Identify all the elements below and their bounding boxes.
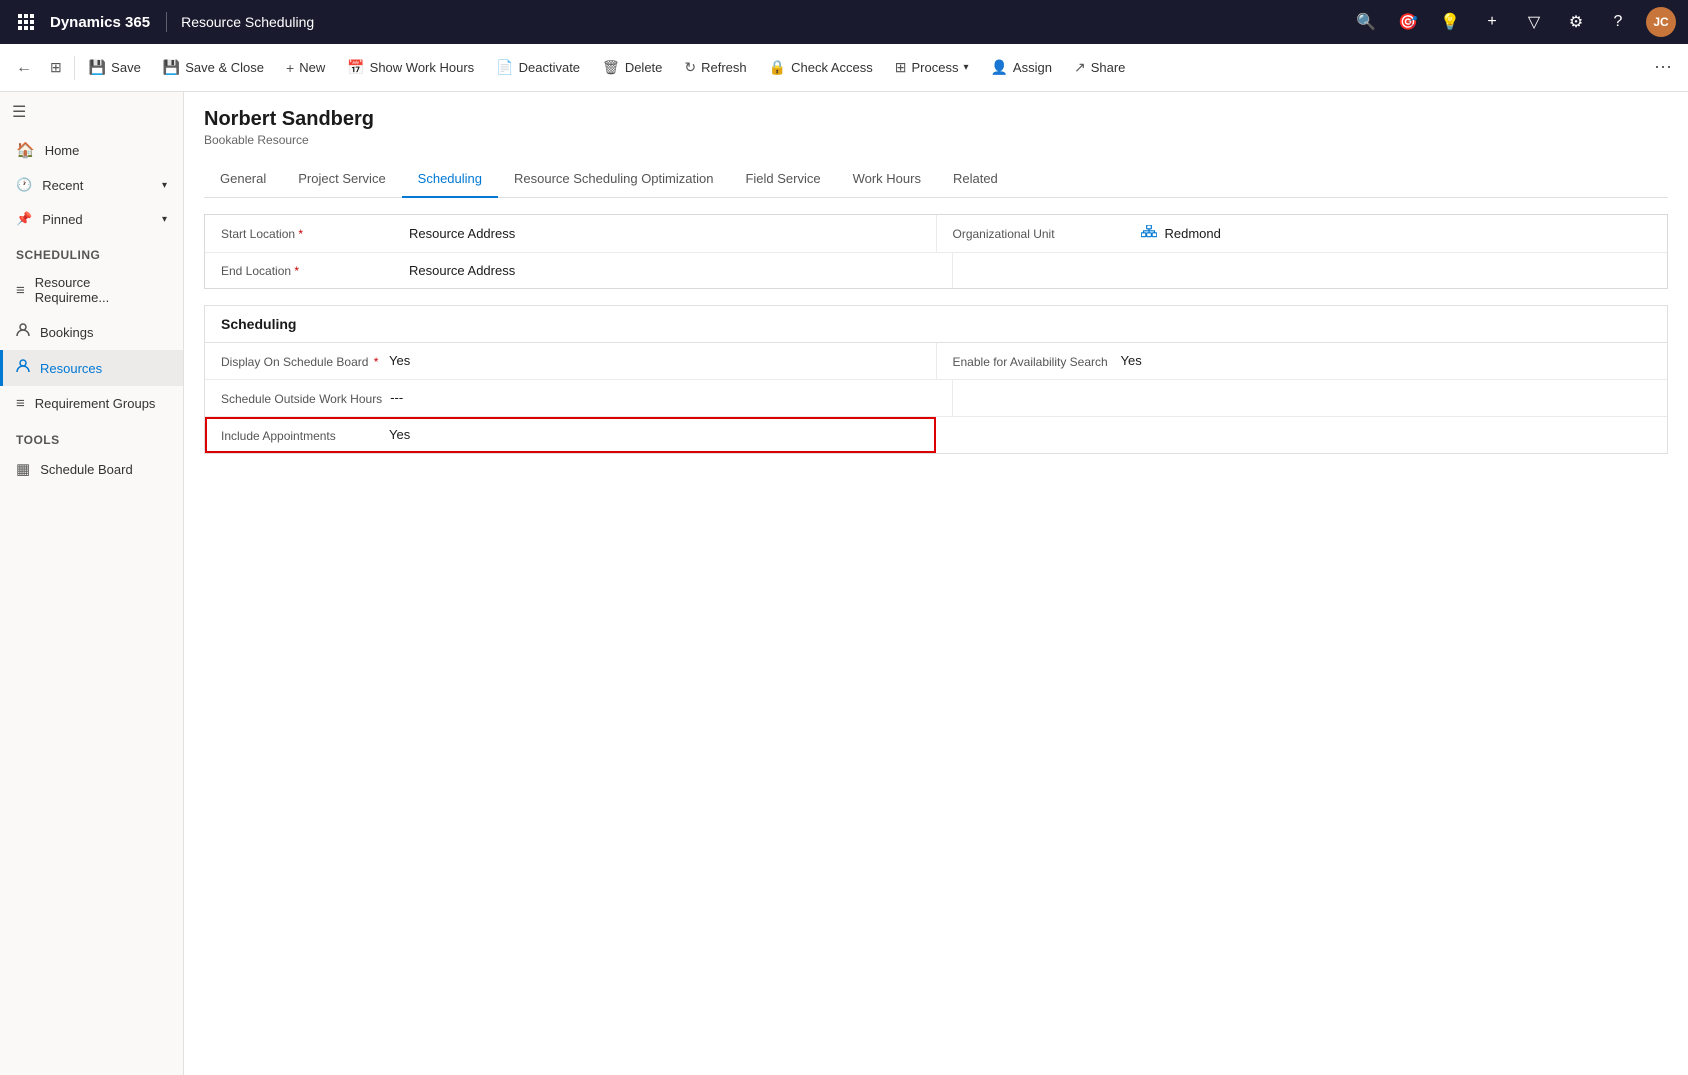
end-location-required: * xyxy=(294,264,299,278)
enable-availability-label: Enable for Availability Search xyxy=(953,353,1113,369)
filter-icon[interactable]: ▽ xyxy=(1520,8,1548,36)
schedule-board-icon: ▦ xyxy=(16,460,30,478)
share-button[interactable]: ↗ Share xyxy=(1064,53,1135,82)
assign-button[interactable]: 👤 Assign xyxy=(980,53,1061,82)
schedule-outside-label: Schedule Outside Work Hours xyxy=(221,390,382,406)
goal-icon[interactable]: 🎯 xyxy=(1394,8,1422,36)
recent-chevron: ▾ xyxy=(162,180,167,191)
schedule-outside-value: --- xyxy=(390,390,403,405)
include-appointments-label: Include Appointments xyxy=(221,427,381,443)
calendar-icon: 📅 xyxy=(347,59,364,76)
enable-availability-value: Yes xyxy=(1121,353,1142,368)
avatar[interactable]: JC xyxy=(1646,7,1676,37)
tab-work-hours[interactable]: Work Hours xyxy=(837,161,937,198)
deactivate-icon: 📄 xyxy=(496,59,513,76)
org-unit-icon xyxy=(1141,225,1157,242)
sidebar-item-resource-requirements[interactable]: ≡ Resource Requireme... xyxy=(0,266,183,314)
tab-related[interactable]: Related xyxy=(937,161,1014,198)
check-access-button[interactable]: 🔒 Check Access xyxy=(759,53,883,82)
sidebar: ☰ 🏠 Home 🕐 Recent ▾ 📌 Pinned ▾ Schedulin… xyxy=(0,92,184,1075)
req-groups-icon: ≡ xyxy=(16,395,25,412)
display-on-board-label: Display On Schedule Board * xyxy=(221,353,381,369)
back-button[interactable]: ← xyxy=(8,53,40,83)
sidebar-hamburger[interactable]: ☰ xyxy=(0,92,183,132)
tab-field-service[interactable]: Field Service xyxy=(729,161,836,198)
resources-icon xyxy=(16,359,30,377)
record-name: Norbert Sandberg xyxy=(204,108,1668,131)
end-location-value: Resource Address xyxy=(409,263,515,278)
save-close-icon: 💾 xyxy=(163,59,180,76)
tools-section-label: Tools xyxy=(0,421,183,451)
org-unit-label: Organizational Unit xyxy=(953,227,1133,241)
scheduling-section-label: Scheduling xyxy=(0,236,183,266)
sidebar-item-recent[interactable]: 🕐 Recent ▾ xyxy=(0,168,183,202)
delete-icon: 🗑 xyxy=(602,59,620,76)
sidebar-item-requirement-groups[interactable]: ≡ Requirement Groups xyxy=(0,386,183,421)
sidebar-item-home[interactable]: 🏠 Home xyxy=(0,132,183,168)
process-icon: ⊞ xyxy=(895,59,907,76)
include-appointments-field: Include Appointments Yes xyxy=(205,417,936,453)
module-name: Resource Scheduling xyxy=(181,14,314,30)
content-area: Norbert Sandberg Bookable Resource Gener… xyxy=(184,92,1688,1075)
help-icon[interactable]: ? xyxy=(1604,8,1632,36)
tab-general[interactable]: General xyxy=(204,161,282,198)
cmd-separator-1 xyxy=(74,56,75,80)
start-location-label: Start Location * xyxy=(221,227,401,241)
end-location-label: End Location * xyxy=(221,264,401,278)
refresh-button[interactable]: ↻ Refresh xyxy=(674,53,756,82)
topbar: Dynamics 365 Resource Scheduling 🔍 🎯 💡 +… xyxy=(0,0,1688,44)
process-button[interactable]: ⊞ Process ▾ xyxy=(885,53,979,82)
start-location-value: Resource Address xyxy=(409,226,515,241)
search-icon[interactable]: 🔍 xyxy=(1352,8,1380,36)
home-icon: 🏠 xyxy=(16,141,35,159)
commandbar: ← ⊞ 💾 Save 💾 Save & Close + New 📅 Show W… xyxy=(0,44,1688,92)
display-on-board-required: * xyxy=(374,355,379,369)
settings-icon[interactable]: ⚙ xyxy=(1562,8,1590,36)
sidebar-item-bookings[interactable]: Bookings xyxy=(0,314,183,350)
new-icon: + xyxy=(286,60,294,76)
delete-button[interactable]: 🗑 Delete xyxy=(592,53,672,82)
more-options-button[interactable]: ⋯ xyxy=(1646,51,1680,84)
save-close-button[interactable]: 💾 Save & Close xyxy=(153,53,274,82)
show-work-hours-button[interactable]: 📅 Show Work Hours xyxy=(337,53,484,82)
resource-req-icon: ≡ xyxy=(16,282,25,299)
bulb-icon[interactable]: 💡 xyxy=(1436,8,1464,36)
refresh-icon: ↻ xyxy=(684,59,696,76)
sidebar-item-pinned[interactable]: 📌 Pinned ▾ xyxy=(0,202,183,236)
share-icon: ↗ xyxy=(1074,59,1086,76)
app-name: Dynamics 365 xyxy=(50,14,150,31)
pinned-icon: 📌 xyxy=(16,211,32,227)
tab-project-service[interactable]: Project Service xyxy=(282,161,401,198)
record-type: Bookable Resource xyxy=(204,133,1668,147)
scheduling-section: Scheduling Display On Schedule Board * Y… xyxy=(204,305,1668,454)
display-on-board-value: Yes xyxy=(389,353,410,368)
check-access-icon: 🔒 xyxy=(769,59,786,76)
include-appointments-value: Yes xyxy=(389,427,410,442)
topbar-icons: 🔍 🎯 💡 + ▽ ⚙ ? JC xyxy=(1352,7,1676,37)
assign-icon: 👤 xyxy=(990,59,1007,76)
form-view-icon[interactable]: ⊞ xyxy=(42,53,70,82)
topbar-separator xyxy=(166,12,167,32)
tab-resource-scheduling-optimization[interactable]: Resource Scheduling Optimization xyxy=(498,161,729,198)
deactivate-button[interactable]: 📄 Deactivate xyxy=(486,53,590,82)
scheduling-section-header: Scheduling xyxy=(205,306,1667,343)
save-icon: 💾 xyxy=(89,59,106,76)
pinned-chevron: ▾ xyxy=(162,214,167,225)
tab-scheduling[interactable]: Scheduling xyxy=(402,161,498,198)
new-button[interactable]: + New xyxy=(276,54,335,82)
add-icon[interactable]: + xyxy=(1478,8,1506,36)
start-location-required: * xyxy=(298,227,303,241)
save-button[interactable]: 💾 Save xyxy=(79,53,151,82)
recent-icon: 🕐 xyxy=(16,177,32,193)
tabs: General Project Service Scheduling Resou… xyxy=(204,161,1668,198)
sidebar-item-resources[interactable]: Resources xyxy=(0,350,183,386)
org-unit-value[interactable]: Redmond xyxy=(1165,226,1221,241)
sidebar-item-schedule-board[interactable]: ▦ Schedule Board xyxy=(0,451,183,487)
location-section: Start Location * Resource Address Organi… xyxy=(204,214,1668,289)
waffle-menu[interactable] xyxy=(12,8,40,36)
bookings-icon xyxy=(16,323,30,341)
